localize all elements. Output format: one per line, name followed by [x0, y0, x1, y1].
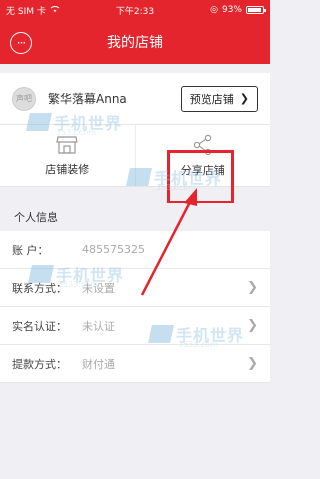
watermark-sub: 3533.com — [56, 128, 96, 137]
section-title: 个人信息 — [0, 203, 270, 231]
carrier-text: 无 SIM 卡 — [6, 6, 46, 17]
row-value: 485575325 — [82, 243, 145, 256]
battery-text: 93% — [221, 5, 242, 15]
row-value: 财付通 — [82, 357, 115, 371]
avatar[interactable]: 声吧 — [12, 86, 36, 111]
watermark: 手机世界 3533.com — [126, 165, 222, 192]
preview-shop-label: 预览店铺 — [189, 92, 234, 106]
rotation-lock-icon: ◎ — [210, 5, 218, 15]
chevron-right-icon: ❯ — [247, 356, 258, 371]
watermark-logo-icon — [126, 168, 152, 186]
more-icon[interactable]: ··· — [10, 32, 32, 54]
nav-bar: ··· 我的店铺 — [0, 20, 270, 64]
row-label: 提款方式： — [12, 357, 67, 371]
page-title: 我的店铺 — [107, 35, 163, 51]
watermark-logo-icon — [148, 325, 174, 343]
personal-info-list: 账 户： 485575325 联系方式： 未设置 ❯ 实名认证： 未认证 ❯ 提… — [0, 231, 270, 383]
chevron-right-icon: ❯ — [247, 280, 258, 295]
store-icon — [56, 135, 78, 155]
status-bar: 无 SIM 卡 下午2:33 ◎ 93% — [0, 0, 270, 20]
shop-name: 繁华落幕Anna — [48, 92, 127, 106]
battery-icon — [245, 6, 266, 14]
page-background — [0, 422, 270, 479]
decorate-shop-label: 店铺装修 — [45, 162, 90, 176]
row-label: 账 户： — [12, 243, 49, 257]
chevron-right-icon: ❯ — [247, 318, 258, 333]
watermark-sub: 3533.com — [178, 340, 218, 349]
watermark: 手机世界 3533.com — [148, 322, 244, 349]
watermark: 手机世界 3533.com — [26, 110, 122, 137]
watermark-logo-icon — [26, 113, 52, 131]
row-label: 实名认证： — [12, 319, 67, 333]
watermark-sub: 3533.com — [156, 183, 196, 192]
chevron-right-icon: ❯ — [239, 92, 249, 105]
watermark: 手机世界 3533.com — [28, 262, 124, 289]
clock-text: 下午2:33 — [115, 6, 155, 17]
wifi-icon — [50, 5, 60, 16]
watermark-logo-icon — [28, 265, 54, 283]
watermark-sub: 3533.com — [58, 280, 98, 289]
preview-shop-button[interactable]: 预览店铺 ❯ — [180, 85, 258, 112]
list-item-withdrawal[interactable]: 提款方式： 财付通 ❯ — [0, 345, 270, 383]
